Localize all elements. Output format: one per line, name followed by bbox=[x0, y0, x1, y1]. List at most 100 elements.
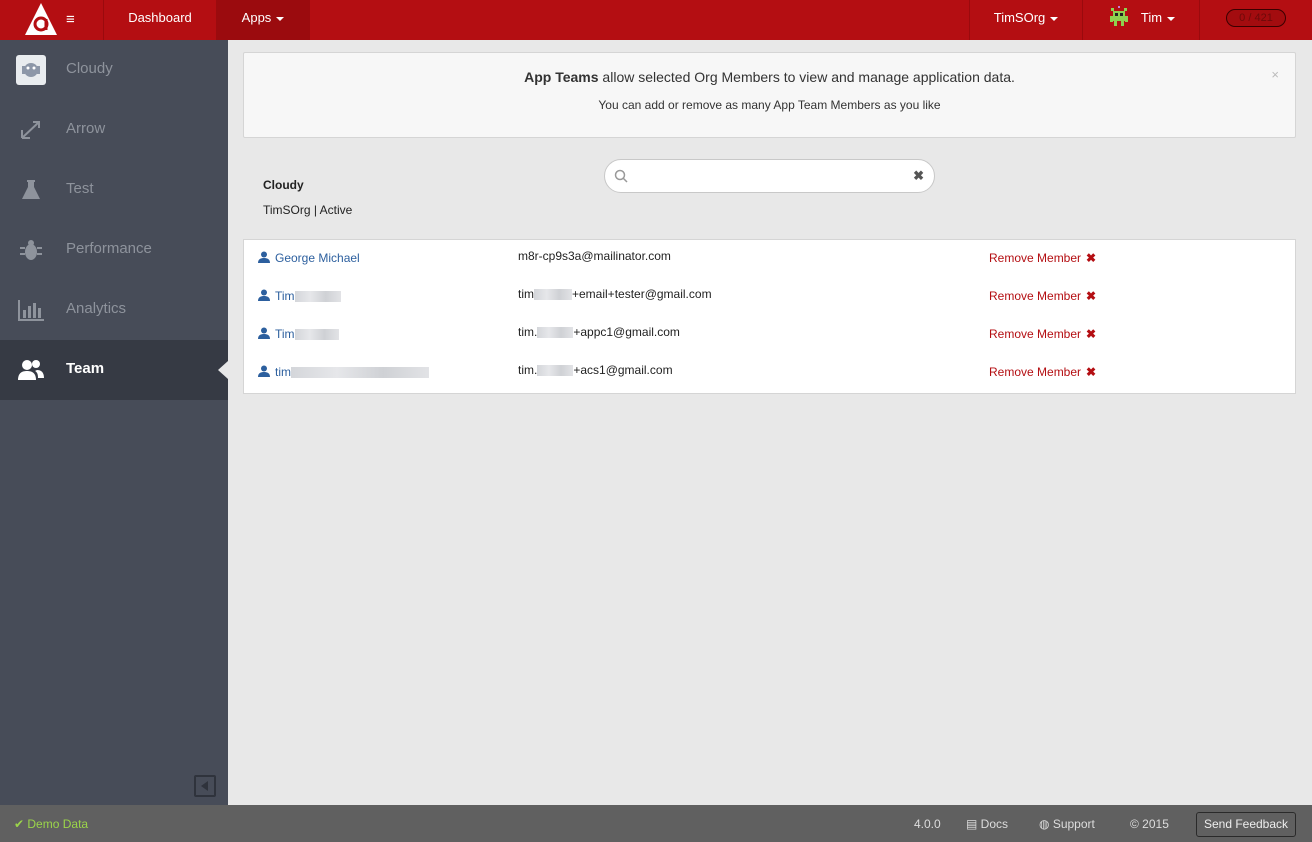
user-dropdown[interactable]: Tim bbox=[1136, 0, 1180, 40]
member-email: tim. +appc1@gmail.com bbox=[518, 325, 680, 339]
member-email-part: m8r-cp9s3a@mailinator.com bbox=[518, 249, 671, 263]
nav-apps[interactable]: Apps bbox=[216, 0, 310, 40]
nav-divider bbox=[1199, 0, 1200, 40]
user-avatar-icon bbox=[1110, 6, 1128, 26]
remove-icon: ✖ bbox=[1086, 327, 1097, 341]
remove-icon: ✖ bbox=[1086, 365, 1097, 379]
docs-link[interactable]: ▤ Docs bbox=[966, 817, 1008, 831]
clear-search-icon[interactable]: ✖ bbox=[913, 168, 924, 184]
user-label: Tim bbox=[1140, 10, 1163, 25]
member-email-part: tim. bbox=[518, 363, 538, 377]
sidebar-item-analytics[interactable]: Analytics bbox=[0, 280, 228, 340]
user-icon bbox=[258, 365, 270, 377]
globe-icon: ◍ bbox=[1039, 817, 1053, 831]
sidebar-item-label: Performance bbox=[66, 240, 152, 257]
sidebar-item-label: Team bbox=[66, 360, 105, 377]
sidebar: Cloudy Arrow Test Performance Analytics … bbox=[0, 40, 228, 805]
table-row: tim tim. +acs1@gmail.com Remove Member ✖ bbox=[244, 354, 1295, 392]
notice-text: allow selected Org Members to view and m… bbox=[598, 69, 1015, 85]
team-icon bbox=[16, 355, 46, 385]
sidebar-item-label: Arrow bbox=[66, 120, 106, 137]
remove-member-label: Remove Member bbox=[989, 327, 1082, 341]
member-email-part: +appc1@gmail.com bbox=[573, 325, 680, 339]
member-name-link[interactable]: Tim bbox=[275, 327, 339, 341]
sidebar-item-cloudy[interactable]: Cloudy bbox=[0, 40, 228, 100]
member-email-part: tim bbox=[518, 287, 534, 301]
remove-member-button[interactable]: Remove Member ✖ bbox=[989, 365, 1096, 379]
remove-icon: ✖ bbox=[1086, 251, 1097, 265]
bar-chart-icon bbox=[16, 295, 46, 325]
member-search: ✖ bbox=[604, 159, 935, 193]
send-feedback-button[interactable]: Send Feedback bbox=[1196, 812, 1296, 837]
member-email: tim +email+tester@gmail.com bbox=[518, 287, 712, 301]
sidebar-item-label: Analytics bbox=[66, 300, 127, 317]
main-content: App Teams allow selected Org Members to … bbox=[228, 40, 1312, 805]
member-name: Tim bbox=[275, 327, 295, 341]
remove-member-button[interactable]: Remove Member ✖ bbox=[989, 327, 1096, 341]
version-label: 4.0.0 bbox=[914, 817, 941, 831]
remove-member-label: Remove Member bbox=[989, 365, 1082, 379]
top-navbar: ≡ Dashboard Apps TimSOrg Tim 0 / 421 bbox=[0, 0, 1312, 40]
nav-divider bbox=[1082, 0, 1083, 40]
notice-line-1: App Teams allow selected Org Members to … bbox=[244, 69, 1295, 85]
redacted-text bbox=[294, 329, 339, 341]
member-email-part: +email+tester@gmail.com bbox=[572, 287, 712, 301]
sidebar-item-label: Test bbox=[66, 180, 94, 197]
member-name-link[interactable]: Tim bbox=[275, 289, 341, 303]
table-row: Tim tim +email+tester@gmail.com Remove Me… bbox=[244, 278, 1295, 316]
member-email-part: tim. bbox=[518, 325, 538, 339]
team-members-table: George Michael m8r-cp9s3a@mailinator.com… bbox=[243, 239, 1296, 394]
arrow-icon bbox=[16, 115, 46, 145]
document-icon: ▤ bbox=[966, 817, 981, 831]
user-icon bbox=[258, 327, 270, 339]
sidebar-item-arrow[interactable]: Arrow bbox=[0, 100, 228, 160]
member-name: George Michael bbox=[275, 251, 360, 265]
remove-member-button[interactable]: Remove Member ✖ bbox=[989, 251, 1096, 265]
collapse-sidebar-icon[interactable] bbox=[194, 775, 216, 797]
redacted-text bbox=[291, 367, 429, 379]
bug-icon bbox=[16, 235, 46, 265]
nav-dashboard[interactable]: Dashboard bbox=[104, 0, 216, 40]
sidebar-item-test[interactable]: Test bbox=[0, 160, 228, 220]
info-notice: App Teams allow selected Org Members to … bbox=[243, 52, 1296, 138]
chevron-down-icon bbox=[1050, 16, 1059, 21]
app-icon bbox=[16, 55, 46, 85]
member-name-link[interactable]: George Michael bbox=[275, 251, 360, 265]
redacted-text bbox=[534, 289, 572, 301]
demo-data-toggle[interactable]: ✔ Demo Data bbox=[14, 817, 88, 831]
appcelerator-logo[interactable] bbox=[24, 2, 58, 36]
member-name-link[interactable]: tim bbox=[275, 365, 429, 379]
support-link[interactable]: ◍ Support bbox=[1039, 817, 1095, 831]
close-icon[interactable]: × bbox=[1271, 67, 1279, 82]
table-row: George Michael m8r-cp9s3a@mailinator.com… bbox=[244, 240, 1295, 278]
member-name: Tim bbox=[275, 289, 295, 303]
support-label: Support bbox=[1052, 817, 1095, 831]
remove-member-button[interactable]: Remove Member ✖ bbox=[989, 289, 1096, 303]
sidebar-item-performance[interactable]: Performance bbox=[0, 220, 228, 280]
redacted-text bbox=[294, 291, 341, 303]
user-icon bbox=[258, 251, 270, 263]
menu-icon[interactable]: ≡ bbox=[66, 11, 75, 28]
table-row: Tim tim. +appc1@gmail.com Remove Member ✖ bbox=[244, 316, 1295, 354]
usage-counter-badge[interactable]: 0 / 421 bbox=[1226, 9, 1286, 27]
chevron-down-icon bbox=[1167, 16, 1176, 21]
sidebar-item-label: Cloudy bbox=[66, 60, 113, 77]
redacted-text bbox=[537, 365, 574, 377]
remove-member-label: Remove Member bbox=[989, 289, 1082, 303]
notice-line-2: You can add or remove as many App Team M… bbox=[598, 98, 941, 112]
sidebar-item-team[interactable]: Team bbox=[0, 340, 228, 400]
nav-apps-label: Apps bbox=[241, 10, 272, 25]
flask-icon bbox=[16, 175, 46, 205]
chevron-down-icon bbox=[276, 16, 285, 21]
check-icon: ✔ bbox=[14, 817, 28, 831]
search-input[interactable] bbox=[635, 166, 905, 186]
member-name: tim bbox=[275, 365, 291, 379]
member-email: m8r-cp9s3a@mailinator.com bbox=[518, 249, 671, 263]
org-dropdown[interactable]: TimSOrg bbox=[970, 0, 1082, 40]
member-email-part: +acs1@gmail.com bbox=[573, 363, 673, 377]
member-email: tim. +acs1@gmail.com bbox=[518, 363, 673, 377]
org-label: TimSOrg bbox=[993, 10, 1046, 25]
nav-dashboard-label: Dashboard bbox=[128, 10, 192, 25]
copyright-label: © 2015 bbox=[1130, 817, 1169, 831]
footer: ✔ Demo Data 4.0.0 ▤ Docs ◍ Support © 201… bbox=[0, 805, 1312, 842]
